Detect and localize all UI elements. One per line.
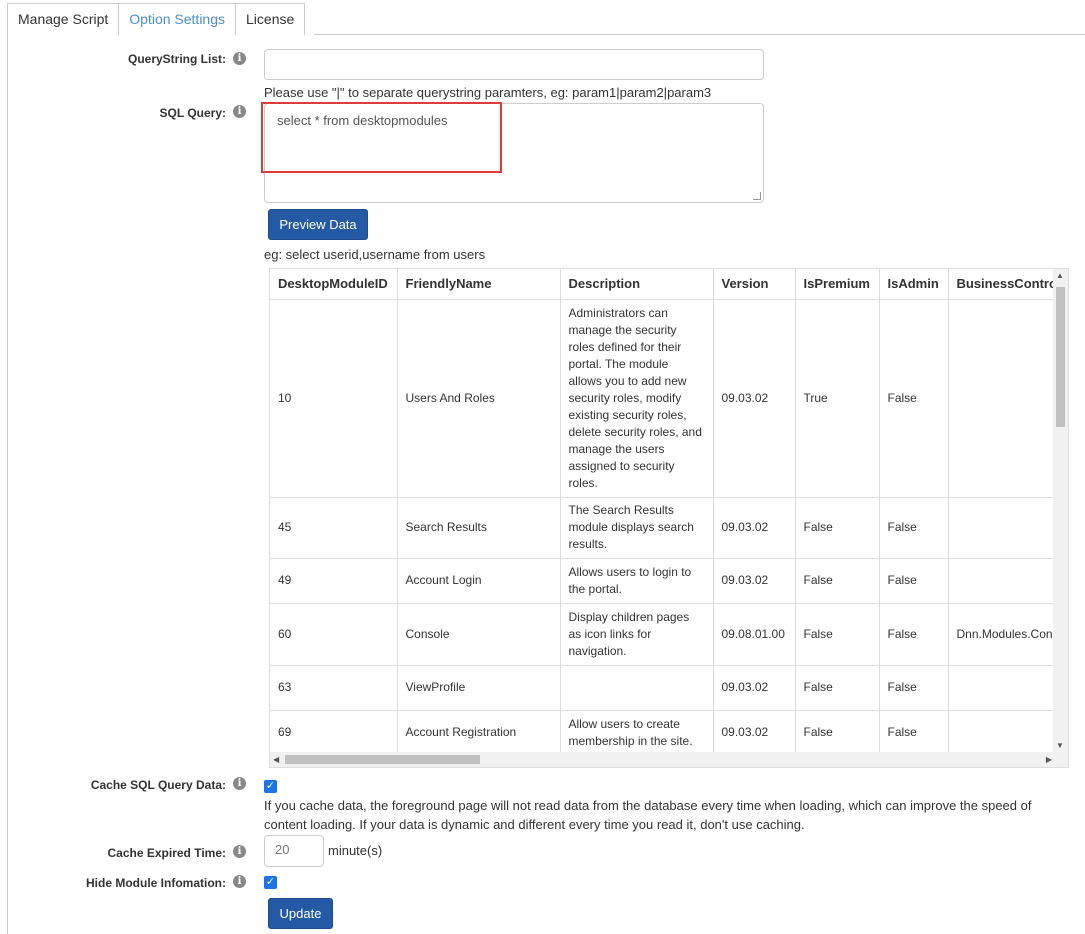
querystring-label: QueryString List: xyxy=(127,52,226,66)
cell-admin: False xyxy=(879,603,949,666)
cell-id: 49 xyxy=(270,558,398,604)
cell-admin: False xyxy=(879,710,949,756)
cell-id: 69 xyxy=(270,710,398,756)
panel-left-border xyxy=(7,34,8,934)
scroll-left-icon[interactable]: ◀ xyxy=(273,755,279,764)
cell-admin: False xyxy=(879,497,949,559)
scroll-down-icon[interactable]: ▼ xyxy=(1056,741,1064,750)
sql-query-label: SQL Query: xyxy=(159,106,226,120)
table-row: 45 Search Results The Search Results mod… xyxy=(270,497,1068,559)
cell-admin: False xyxy=(879,665,949,711)
expire-unit: minute(s) xyxy=(328,843,383,858)
cell-premium: False xyxy=(795,497,880,559)
cache-help-line1: If you cache data, the foreground page w… xyxy=(264,798,1032,813)
scroll-right-icon[interactable]: ▶ xyxy=(1046,755,1052,764)
cell-name: Account Login xyxy=(397,558,561,604)
cell-version: 09.03.02 xyxy=(713,558,796,604)
table-row: 69 Account Registration Allow users to c… xyxy=(270,710,1068,756)
column-header[interactable]: FriendlyName xyxy=(397,269,561,300)
cell-name: Users And Roles xyxy=(397,299,561,498)
tab-divider xyxy=(314,34,1085,35)
cell-id: 63 xyxy=(270,665,398,711)
info-icon[interactable]: i xyxy=(233,845,246,858)
horizontal-scrollbar[interactable]: ◀ ▶ xyxy=(270,752,1055,767)
querystring-help: Please use "|" to separate querystring p… xyxy=(264,85,712,100)
cell-description xyxy=(560,665,714,711)
horizontal-scroll-thumb[interactable] xyxy=(285,755,480,764)
cell-name: Account Registration xyxy=(397,710,561,756)
hide-module-checkbox[interactable]: ✓ xyxy=(264,876,277,889)
vertical-scrollbar[interactable]: ▲ ▼ xyxy=(1053,269,1068,752)
cell-business-control xyxy=(948,299,1068,498)
preview-grid[interactable]: DesktopModuleID FriendlyName Description… xyxy=(269,268,1069,768)
table-row: 63 ViewProfile 09.03.02 False False xyxy=(270,665,1068,711)
column-header[interactable]: DesktopModuleID xyxy=(270,269,398,300)
highlight-box xyxy=(261,102,502,173)
cell-id: 45 xyxy=(270,497,398,559)
sql-example: eg: select userid,username from users xyxy=(264,247,486,262)
cell-version: 09.08.01.00 xyxy=(713,603,796,666)
info-icon[interactable]: i xyxy=(233,52,246,65)
cell-premium: False xyxy=(795,603,880,666)
cell-business-control xyxy=(948,558,1068,604)
cell-name: Console xyxy=(397,603,561,666)
tab-license[interactable]: License xyxy=(235,3,306,35)
tab-option-settings[interactable]: Option Settings xyxy=(118,3,237,35)
vertical-scroll-thumb[interactable] xyxy=(1056,287,1065,427)
table-row: 60 Console Display children pages as ico… xyxy=(270,603,1068,666)
cell-business-control xyxy=(948,497,1068,559)
cache-label: Cache SQL Query Data: xyxy=(90,778,226,792)
cell-version: 09.03.02 xyxy=(713,497,796,559)
cache-help-line2: content loading. If your data is dynamic… xyxy=(264,817,805,832)
cell-name: ViewProfile xyxy=(397,665,561,711)
expire-input[interactable]: 20 xyxy=(264,835,324,867)
cell-id: 10 xyxy=(270,299,398,498)
resize-handle-icon[interactable] xyxy=(753,192,761,200)
column-header[interactable]: IsAdmin xyxy=(879,269,949,300)
cell-description: Display children pages as icon links for… xyxy=(560,603,714,666)
cell-description: Allow users to create membership in the … xyxy=(560,710,714,756)
cell-premium: False xyxy=(795,558,880,604)
cell-description: Allows users to login to the portal. xyxy=(560,558,714,604)
cell-business-control: Dnn.Modules.Con xyxy=(948,603,1068,666)
info-icon[interactable]: i xyxy=(233,105,246,118)
info-icon[interactable]: i xyxy=(233,777,246,790)
column-header[interactable]: IsPremium xyxy=(795,269,880,300)
cell-admin: False xyxy=(879,299,949,498)
cell-version: 09.03.02 xyxy=(713,665,796,711)
cell-premium: True xyxy=(795,299,880,498)
cache-checkbox[interactable]: ✓ xyxy=(264,780,277,793)
table-row: 49 Account Login Allows users to login t… xyxy=(270,558,1068,604)
cell-id: 60 xyxy=(270,603,398,666)
cell-business-control xyxy=(948,710,1068,756)
scrollbar-corner xyxy=(1053,752,1068,767)
cell-premium: False xyxy=(795,665,880,711)
cell-version: 09.03.02 xyxy=(713,299,796,498)
tab-bar: Manage Script Option Settings License xyxy=(7,3,306,35)
hide-module-label: Hide Module Infomation: xyxy=(86,876,226,890)
cell-version: 09.03.02 xyxy=(713,710,796,756)
tab-manage-script[interactable]: Manage Script xyxy=(7,3,120,35)
cell-premium: False xyxy=(795,710,880,756)
cell-description: The Search Results module displays searc… xyxy=(560,497,714,559)
info-icon[interactable]: i xyxy=(233,875,246,888)
scroll-up-icon[interactable]: ▲ xyxy=(1056,271,1064,280)
expire-label: Cache Expired Time: xyxy=(107,846,227,860)
column-header[interactable]: Version xyxy=(713,269,796,300)
querystring-input[interactable] xyxy=(264,49,764,80)
cell-name: Search Results xyxy=(397,497,561,559)
column-header[interactable]: Description xyxy=(560,269,714,300)
table-header-row: DesktopModuleID FriendlyName Description… xyxy=(270,269,1068,300)
cell-admin: False xyxy=(879,558,949,604)
cell-business-control xyxy=(948,665,1068,711)
table-row: 10 Users And Roles Administrators can ma… xyxy=(270,299,1068,498)
preview-data-button[interactable]: Preview Data xyxy=(268,209,368,240)
preview-table: DesktopModuleID FriendlyName Description… xyxy=(270,269,1068,756)
cell-description: Administrators can manage the security r… xyxy=(560,299,714,498)
column-header[interactable]: BusinessControl xyxy=(948,269,1068,300)
update-button[interactable]: Update xyxy=(268,898,333,929)
